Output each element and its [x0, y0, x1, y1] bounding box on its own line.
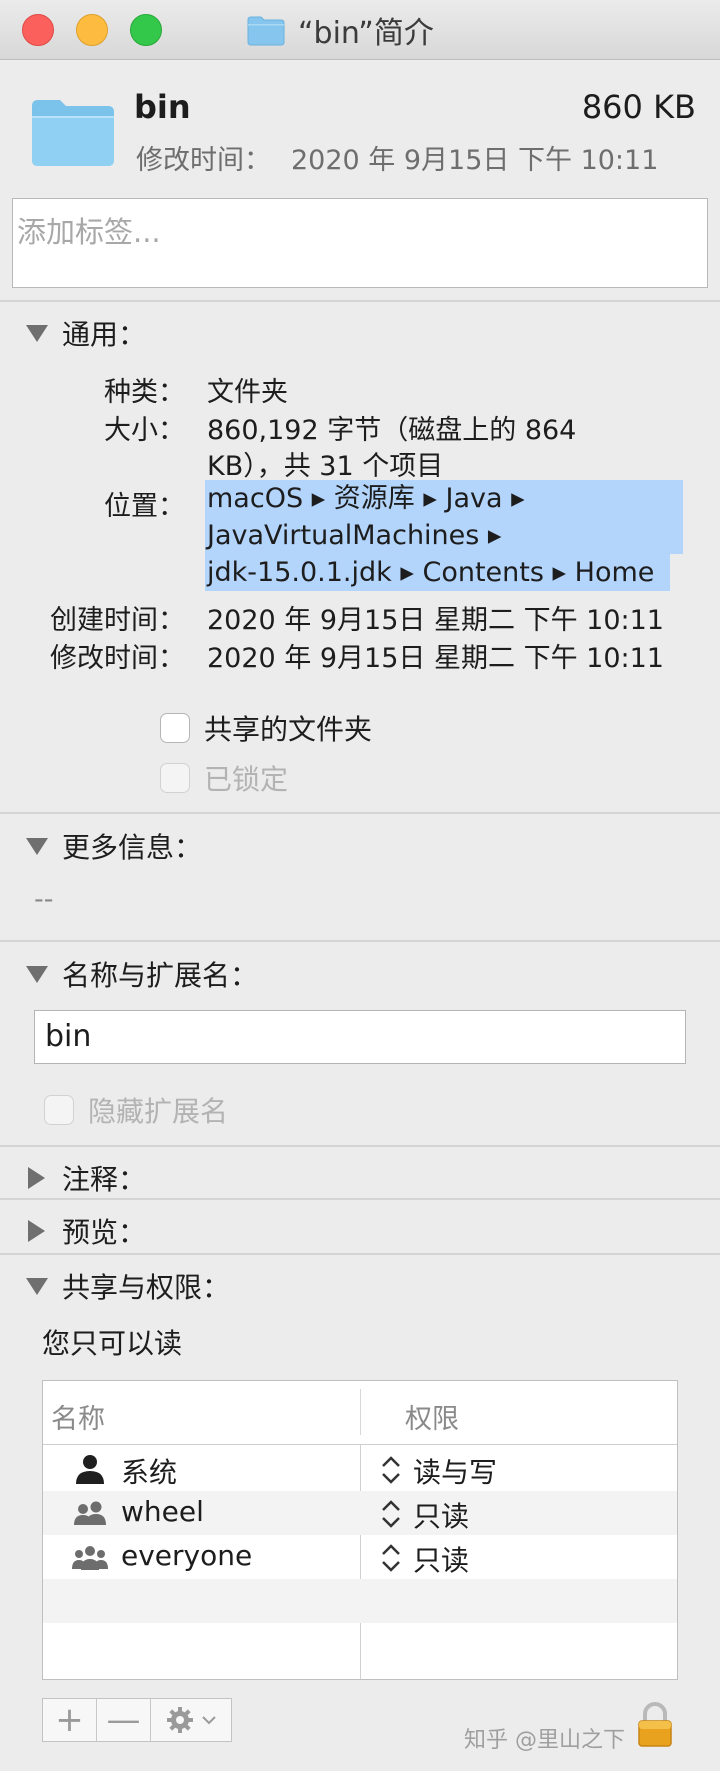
- table-row[interactable]: wheel 只读: [43, 1491, 677, 1535]
- row-name: wheel: [121, 1495, 204, 1528]
- locked-label: 已锁定: [204, 763, 289, 796]
- permissions-toolbar: + —: [42, 1698, 232, 1742]
- section-name-ext-toggle[interactable]: 名称与扩展名：: [26, 954, 258, 994]
- hide-extension-row: 隐藏扩展名: [44, 1090, 228, 1130]
- disclosure-triangle-icon: [28, 1167, 45, 1189]
- group-icon: [74, 1501, 106, 1525]
- where-path-line: jdk-15.0.1.jdk ▸ Contents ▸ Home: [205, 554, 670, 591]
- shared-folder-label: 共享的文件夹: [204, 713, 373, 746]
- row-permission[interactable]: 只读: [413, 1539, 469, 1579]
- add-button[interactable]: +: [43, 1699, 97, 1741]
- section-preview-title: 预览：: [62, 1216, 147, 1249]
- where-label: 位置：: [104, 491, 185, 522]
- shared-folder-checkbox[interactable]: [160, 713, 190, 743]
- file-size: 860 KB: [581, 88, 696, 126]
- created-value: 2020 年 9月15日 星期二 下午 10:11: [207, 605, 664, 636]
- row-permission[interactable]: 读与写: [413, 1451, 497, 1491]
- where-path-line: macOS ▸ 资源库 ▸ Java ▸: [205, 480, 683, 517]
- divider: [0, 812, 720, 814]
- more-info-value: --: [34, 884, 54, 915]
- up-down-chevron-icon[interactable]: [379, 1497, 403, 1531]
- user-icon: [76, 1455, 104, 1484]
- zoom-button[interactable]: [130, 14, 162, 46]
- table-row[interactable]: 系统 读与写: [43, 1447, 677, 1491]
- remove-button[interactable]: —: [97, 1699, 151, 1741]
- created-label: 创建时间：: [50, 605, 185, 636]
- title-bar: “bin”简介: [0, 0, 720, 60]
- table-row[interactable]: everyone 只读: [43, 1535, 677, 1579]
- shared-folder-checkbox-row[interactable]: 共享的文件夹: [160, 708, 372, 748]
- row-name: 系统: [121, 1456, 178, 1489]
- kind-label: 种类：: [104, 377, 185, 408]
- section-general-toggle[interactable]: 通用：: [26, 313, 146, 353]
- column-header-name[interactable]: 名称: [51, 1397, 105, 1436]
- divider: [0, 300, 720, 302]
- up-down-chevron-icon[interactable]: [379, 1541, 403, 1575]
- watermark: 知乎 @里山之下: [464, 1728, 625, 1753]
- disclosure-triangle-icon: [26, 1277, 48, 1295]
- permissions-table: 名称 权限 系统 读与写 wheel 只读 everyone 只读: [42, 1380, 678, 1680]
- section-more-info-toggle[interactable]: 更多信息：: [26, 826, 202, 866]
- hide-extension-label: 隐藏扩展名: [88, 1095, 229, 1128]
- size-value-line1: 860,192 字节（磁盘上的 864: [207, 415, 577, 446]
- divider: [0, 1253, 720, 1255]
- modified-value: 2020 年 9月15日 下午 10:11: [291, 145, 659, 176]
- section-more-info-title: 更多信息：: [62, 831, 203, 864]
- kind-value: 文件夹: [207, 377, 288, 408]
- modified-label: 修改时间：: [136, 145, 271, 176]
- gear-icon: [167, 1707, 193, 1733]
- chevron-down-icon: [202, 1716, 216, 1725]
- divider: [0, 1198, 720, 1200]
- disclosure-triangle-icon: [26, 324, 48, 342]
- action-menu-button[interactable]: [151, 1699, 231, 1741]
- where-path-line: JavaVirtualMachines ▸: [205, 517, 683, 554]
- section-general-title: 通用：: [62, 318, 147, 351]
- folder-icon: [247, 16, 285, 46]
- section-name-ext-title: 名称与扩展名：: [62, 959, 259, 992]
- size-label: 大小：: [104, 415, 185, 446]
- where-path[interactable]: macOS ▸ 资源库 ▸ Java ▸ JavaVirtualMachines…: [205, 480, 683, 591]
- column-separator: [360, 1389, 361, 1435]
- section-sharing-toggle[interactable]: 共享与权限：: [26, 1266, 230, 1306]
- row-name: everyone: [121, 1539, 253, 1572]
- minimize-button[interactable]: [76, 14, 108, 46]
- section-preview-toggle[interactable]: 预览：: [26, 1211, 146, 1251]
- modified-value: 2020 年 9月15日 星期二 下午 10:11: [207, 643, 664, 674]
- disclosure-triangle-icon: [26, 965, 48, 983]
- locked-checkbox-row: 已锁定: [160, 758, 288, 798]
- everyone-icon: [72, 1546, 108, 1570]
- hide-extension-checkbox: [44, 1095, 74, 1125]
- up-down-chevron-icon[interactable]: [379, 1453, 403, 1487]
- table-header: 名称 权限: [43, 1381, 677, 1445]
- folder-icon: [32, 100, 114, 166]
- close-button[interactable]: [22, 14, 54, 46]
- disclosure-triangle-icon: [28, 1220, 45, 1242]
- divider: [0, 940, 720, 942]
- name-field[interactable]: bin: [34, 1010, 686, 1064]
- file-name: bin: [134, 88, 191, 126]
- modified-label: 修改时间：: [50, 643, 185, 674]
- row-permission[interactable]: 只读: [413, 1495, 469, 1535]
- column-header-permission[interactable]: 权限: [405, 1397, 459, 1436]
- locked-checkbox: [160, 763, 190, 793]
- tags-input[interactable]: 添加标签...: [12, 198, 708, 288]
- window-title-group: “bin”简介: [246, 10, 434, 51]
- lock-icon[interactable]: [636, 1700, 674, 1748]
- sharing-status: 您只可以读: [42, 1327, 183, 1360]
- divider: [0, 1145, 720, 1147]
- disclosure-triangle-icon: [26, 837, 48, 855]
- size-value-line2: KB），共 31 个项目: [207, 451, 444, 482]
- table-row-empty: [43, 1623, 677, 1667]
- section-sharing-title: 共享与权限：: [62, 1271, 231, 1304]
- section-comments-toggle[interactable]: 注释：: [26, 1158, 146, 1198]
- window-title: “bin”简介: [298, 16, 434, 51]
- table-row-empty: [43, 1579, 677, 1623]
- header-modified: 修改时间： 2020 年 9月15日 下午 10:11: [136, 138, 658, 177]
- section-comments-title: 注释：: [62, 1163, 147, 1196]
